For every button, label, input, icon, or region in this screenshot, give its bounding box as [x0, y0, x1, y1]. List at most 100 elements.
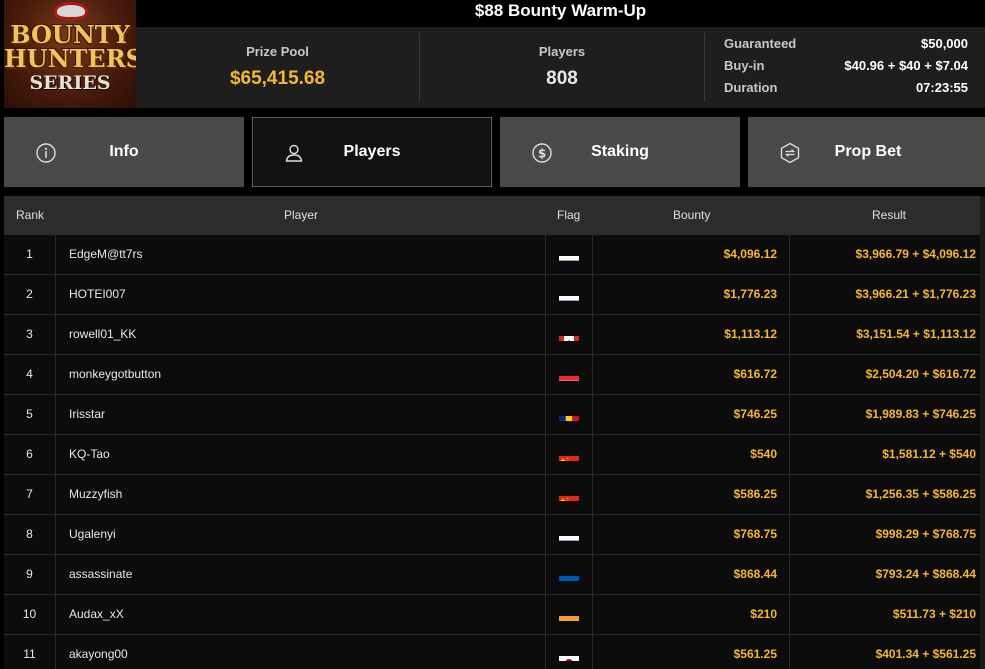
table-row[interactable]: 11 akayong00 $561.25 $401.34 + $561.25: [4, 635, 985, 669]
bounty-cell: $616.72: [593, 355, 790, 394]
tab-info[interactable]: Info: [4, 117, 244, 187]
rank-cell: 3: [4, 315, 56, 354]
column-header-bounty[interactable]: Bounty: [673, 208, 710, 222]
table-row[interactable]: 6 KQ-Tao $540 $1,581.12 + $540: [4, 435, 985, 475]
result-cell: $2,504.20 + $616.72: [865, 367, 976, 381]
player-name-cell[interactable]: akayong00: [56, 635, 546, 669]
rank-cell: 10: [4, 595, 56, 634]
player-name-cell[interactable]: Muzzyfish: [56, 475, 546, 514]
prize-pool-value: $65,415.68: [229, 68, 326, 89]
luxembourg-flag-icon: [559, 367, 579, 381]
flag-cell: [546, 435, 593, 474]
table-row[interactable]: 4 monkeygotbutton $616.72 $2,504.20 + $616.…: [4, 355, 985, 395]
guaranteed-row: Guaranteed $50,000: [724, 36, 968, 58]
rank-cell: 11: [4, 635, 56, 669]
players-table-header: Rank Player Flag Bounty Result: [4, 196, 985, 235]
column-header-rank[interactable]: Rank: [16, 208, 44, 222]
column-header-flag[interactable]: Flag: [557, 208, 580, 222]
flag-cell: [546, 595, 593, 634]
player-name-cell[interactable]: Irisstar: [56, 395, 546, 434]
flag-cell: [546, 355, 593, 394]
rank-cell: 7: [4, 475, 56, 514]
romania-flag-icon: [559, 407, 579, 421]
buy-in-value: $40.96 + $40 + $7.04: [844, 58, 968, 73]
rank-cell: 1: [4, 235, 56, 274]
buy-in-label: Buy-in: [724, 58, 765, 73]
flag-cell: [546, 555, 593, 594]
russia-flag-icon: [559, 287, 579, 301]
flag-cell: [546, 315, 593, 354]
bounty-cell: $561.25: [593, 635, 790, 669]
result-cell: $793.24 + $868.44: [875, 567, 976, 581]
table-row[interactable]: 3 rowell01_KK $1,113.12 $3,151.54 + $1,113.…: [4, 315, 985, 355]
tournament-title: $88 Bounty Warm-Up: [474, 1, 647, 20]
bounty-cell: $1,776.23: [593, 275, 790, 314]
column-header-player[interactable]: Player: [284, 208, 318, 222]
bounty-cell: $540: [593, 435, 790, 474]
bounty-cell: $586.25: [593, 475, 790, 514]
player-name-cell[interactable]: Audax_xX: [56, 595, 546, 634]
duration-row: Duration 07:23:55: [724, 80, 968, 102]
result-cell: $3,151.54 + $1,113.12: [856, 327, 976, 341]
table-row[interactable]: 8 Ugalenyi $768.75 $998.29 + $768.75: [4, 515, 985, 555]
flag-cell: [546, 475, 593, 514]
bounty-cell: $210: [593, 595, 790, 634]
flag-cell: [546, 515, 593, 554]
flag-cell: [546, 395, 593, 434]
bounty-cell: $746.25: [593, 395, 790, 434]
bounty-cell: $1,113.12: [593, 315, 790, 354]
flag-cell: [546, 635, 593, 669]
table-row[interactable]: 2 HOTEI007 $1,776.23 $3,966.21 + $1,776.23: [4, 275, 985, 315]
table-row[interactable]: 10 Audax_xX $210 $511.73 + $210: [4, 595, 985, 635]
rank-cell: 6: [4, 435, 56, 474]
flag-cell: [546, 275, 593, 314]
result-cell: $3,966.21 + $1,776.23: [855, 287, 976, 301]
player-name-cell[interactable]: assassinate: [56, 555, 546, 594]
bounty-hunters-logo: BOUNTY HUNTERS SERIES: [4, 0, 136, 108]
buy-in-row: Buy-in $40.96 + $40 + $7.04: [724, 58, 968, 80]
table-row[interactable]: 1 EdgeM@tt7rs $4,096.12 $3,966.79 + $4,096.…: [4, 235, 985, 275]
russia-flag-icon: [559, 527, 579, 541]
player-name-cell[interactable]: HOTEI007: [56, 275, 546, 314]
stats-divider: [704, 33, 705, 102]
players-value: 808: [546, 68, 578, 89]
ukraine-flag-icon: [559, 567, 579, 581]
duration-label: Duration: [724, 80, 778, 95]
tournament-details: Guaranteed $50,000 Buy-in $40.96 + $40 +…: [724, 36, 968, 102]
player-name-cell[interactable]: Ugalenyi: [56, 515, 546, 554]
players-table-body: 1 EdgeM@tt7rs $4,096.12 $3,966.79 + $4,096.…: [4, 235, 985, 669]
russia-flag-icon: [559, 247, 579, 261]
column-header-result[interactable]: Result: [872, 208, 906, 222]
japan-flag-icon: [559, 647, 579, 661]
prize-pool-block: Prize Pool $65,415.68: [136, 27, 419, 108]
guaranteed-value: $50,000: [921, 36, 968, 51]
tab-prop-bet[interactable]: Prop Bet: [748, 117, 985, 187]
tab-players-label: Players: [343, 143, 401, 160]
rank-cell: 9: [4, 555, 56, 594]
table-scrollbar[interactable]: [980, 196, 985, 669]
tournament-stats-bar: Prize Pool $65,415.68 Players 808 Guaran…: [136, 27, 985, 108]
tab-staking-label: Staking: [591, 143, 649, 160]
table-row[interactable]: 9 assassinate $868.44 $793.24 + $868.44: [4, 555, 985, 595]
prize-pool-label: Prize Pool: [246, 44, 309, 59]
china-flag-icon: [559, 487, 579, 501]
table-row[interactable]: 5 Irisstar $746.25 $1,989.83 + $746.25: [4, 395, 985, 435]
tab-players[interactable]: Players: [252, 117, 492, 187]
players-count-block: Players 808: [420, 27, 704, 108]
result-cell: $511.73 + $210: [892, 607, 976, 621]
player-name-cell[interactable]: monkeygotbutton: [56, 355, 546, 394]
table-row[interactable]: 7 Muzzyfish $586.25 $1,256.35 + $586.25: [4, 475, 985, 515]
china-flag-icon: [559, 447, 579, 461]
tab-info-label: Info: [109, 143, 139, 160]
flag-cell: [546, 235, 593, 274]
guaranteed-label: Guaranteed: [724, 36, 797, 51]
result-cell: $1,256.35 + $586.25: [865, 487, 976, 501]
canada-flag-icon: [559, 327, 579, 341]
tab-staking[interactable]: $ Staking: [500, 117, 740, 187]
result-cell: $3,966.79 + $4,096.12: [855, 247, 976, 261]
result-cell: $998.29 + $768.75: [875, 527, 976, 541]
player-name-cell[interactable]: EdgeM@tt7rs: [56, 235, 546, 274]
player-name-cell[interactable]: rowell01_KK: [56, 315, 546, 354]
player-name-cell[interactable]: KQ-Tao: [56, 435, 546, 474]
players-label: Players: [538, 44, 586, 59]
